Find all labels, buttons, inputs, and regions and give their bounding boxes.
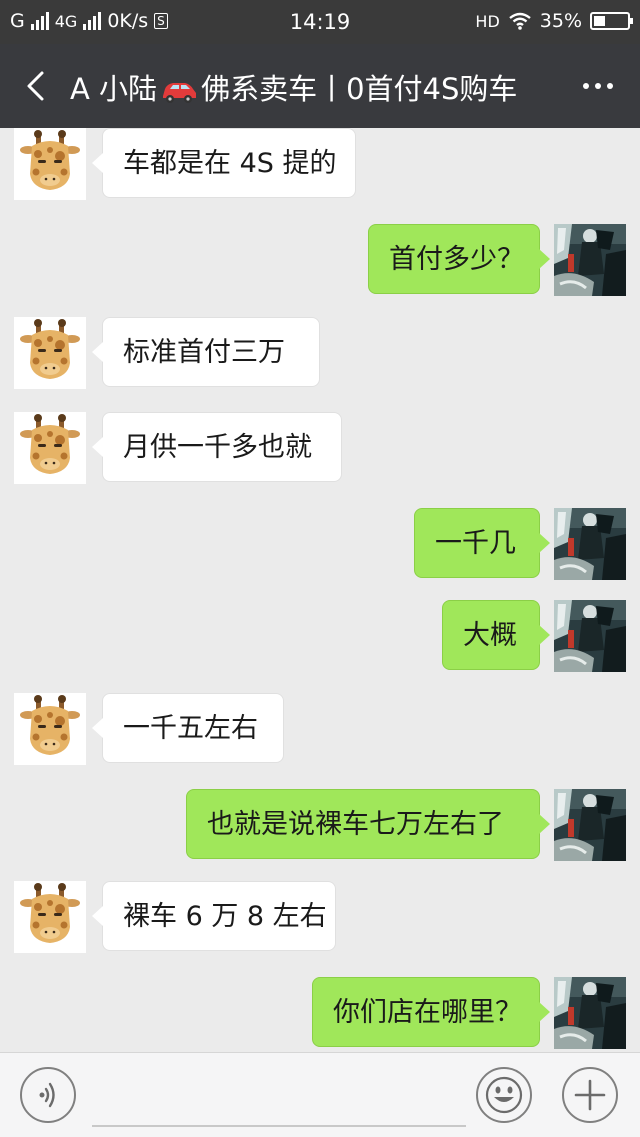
battery-fill (594, 16, 605, 26)
input-bar (0, 1052, 640, 1137)
incoming-message[interactable]: 一千五左右 (92, 693, 284, 763)
chevron-left-icon[interactable] (20, 68, 56, 104)
battery-icon (590, 12, 633, 30)
incoming-message[interactable]: 裸车 6 万 8 左右 (92, 881, 336, 951)
incoming-message[interactable]: 标准首付三万 (92, 317, 320, 387)
more-dots-icon[interactable] (578, 72, 618, 100)
outgoing-message[interactable]: 大概 (442, 600, 550, 670)
contact-avatar[interactable] (14, 412, 86, 484)
my-avatar[interactable] (554, 508, 626, 580)
outgoing-message[interactable]: 一千几 (414, 508, 550, 578)
my-avatar[interactable] (554, 600, 626, 672)
emoji-icon (485, 1076, 523, 1114)
voice-button[interactable] (20, 1067, 76, 1123)
chat-title: A 小陆 佛系卖车丨0首付4S购车 (70, 66, 517, 108)
chat-title-prefix: A 小陆 (70, 72, 158, 106)
chat-title-suffix: 佛系卖车丨0首付4S购车 (201, 72, 518, 106)
message-input[interactable] (92, 1067, 466, 1127)
status-bar: G 4G 0K/s S 14:19 HD 35% (0, 0, 640, 44)
voice-icon (39, 1082, 55, 1108)
outgoing-message[interactable]: 也就是说裸车七万左右了 (186, 789, 550, 859)
contact-avatar[interactable] (14, 317, 86, 389)
incoming-message[interactable]: 车都是在 4S 提的 (92, 128, 356, 198)
chat-header: A 小陆 佛系卖车丨0首付4S购车 (0, 44, 640, 128)
battery-percent: 35% (539, 10, 582, 32)
emoji-button[interactable] (476, 1067, 532, 1123)
incoming-message[interactable]: 月供一千多也就 (92, 412, 342, 482)
plus-icon (574, 1079, 606, 1111)
my-avatar[interactable] (554, 789, 626, 861)
my-avatar[interactable] (554, 224, 626, 296)
chat-messages[interactable]: 车都是在 4S 提的 首付多少？ 标准首付三万 月供一千多也就一千几大概一千五左右也就… (0, 128, 640, 1052)
contact-avatar[interactable] (14, 128, 86, 200)
status-right: HD 35% (475, 10, 633, 32)
outgoing-message[interactable]: 你们店在哪里？ (312, 977, 550, 1047)
outgoing-message[interactable]: 首付多少？ (368, 224, 550, 294)
contact-avatar[interactable] (14, 693, 86, 765)
car-emoji-icon (163, 83, 197, 103)
my-avatar[interactable] (554, 977, 626, 1049)
hd-label: HD (475, 11, 500, 31)
wifi-icon (509, 12, 531, 30)
contact-avatar[interactable] (14, 881, 86, 953)
plus-button[interactable] (562, 1067, 618, 1123)
